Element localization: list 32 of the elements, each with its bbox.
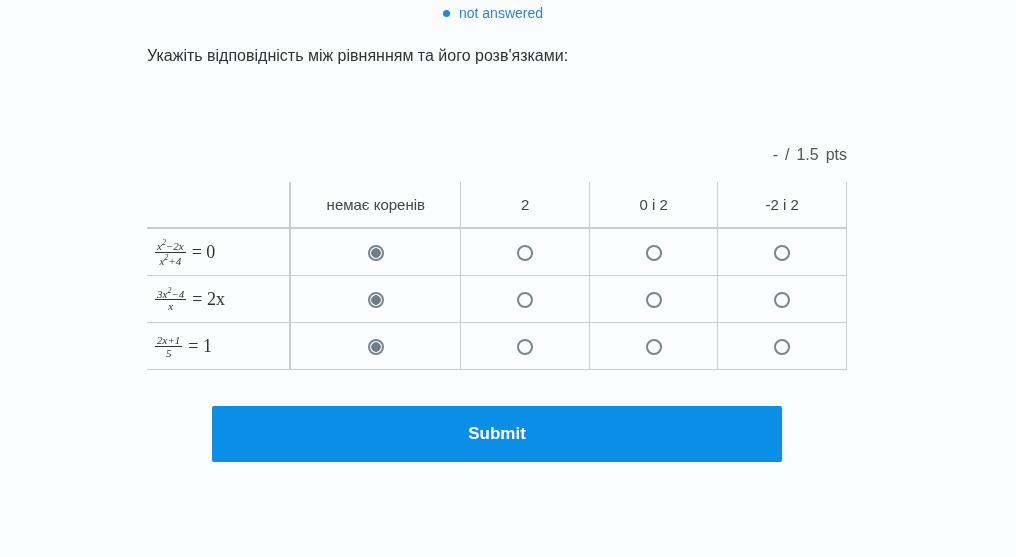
radio-button[interactable]	[774, 245, 791, 261]
radio-button[interactable]	[774, 339, 791, 355]
score-separator: /	[784, 146, 790, 164]
score-unit: pts	[825, 146, 847, 164]
fraction-denominator: x	[168, 300, 174, 313]
radio-button[interactable]	[517, 339, 534, 355]
fraction-denominator: x$^{2}$+4	[159, 252, 182, 267]
equation-rhs: = 1	[188, 335, 212, 357]
score-total: 1.5	[796, 146, 819, 164]
radio-button[interactable]	[774, 292, 791, 308]
column-header: 0 і 2	[589, 182, 718, 228]
equation-rhs: = 2x	[192, 288, 225, 310]
fraction-numerator: 3x$^{2}$−4	[155, 285, 187, 301]
radio-button[interactable]	[645, 292, 662, 308]
column-header: немає коренів	[290, 182, 461, 228]
radio-button[interactable]	[517, 292, 534, 308]
score-earned: -	[772, 146, 778, 164]
fraction-denominator: 5	[165, 346, 172, 359]
radio-button[interactable]	[645, 245, 662, 261]
radio-button[interactable]	[367, 339, 384, 355]
question-text: Укажіть відповідність між рівнянням та його розв'язками:	[147, 47, 570, 65]
equation-rhs: = 0	[191, 241, 216, 263]
fraction-numerator: 2x+1	[155, 333, 183, 347]
radio-button[interactable]	[367, 292, 384, 308]
radio-button[interactable]	[645, 339, 662, 355]
column-header: 2	[460, 182, 590, 228]
status-label: not answered	[458, 5, 544, 21]
radio-button[interactable]	[367, 245, 384, 261]
radio-button[interactable]	[517, 245, 534, 261]
fraction-numerator: x$^{2}$−2x	[155, 237, 186, 253]
column-header: -2 і 2	[717, 182, 847, 228]
submit-button[interactable]: Submit	[212, 406, 782, 462]
